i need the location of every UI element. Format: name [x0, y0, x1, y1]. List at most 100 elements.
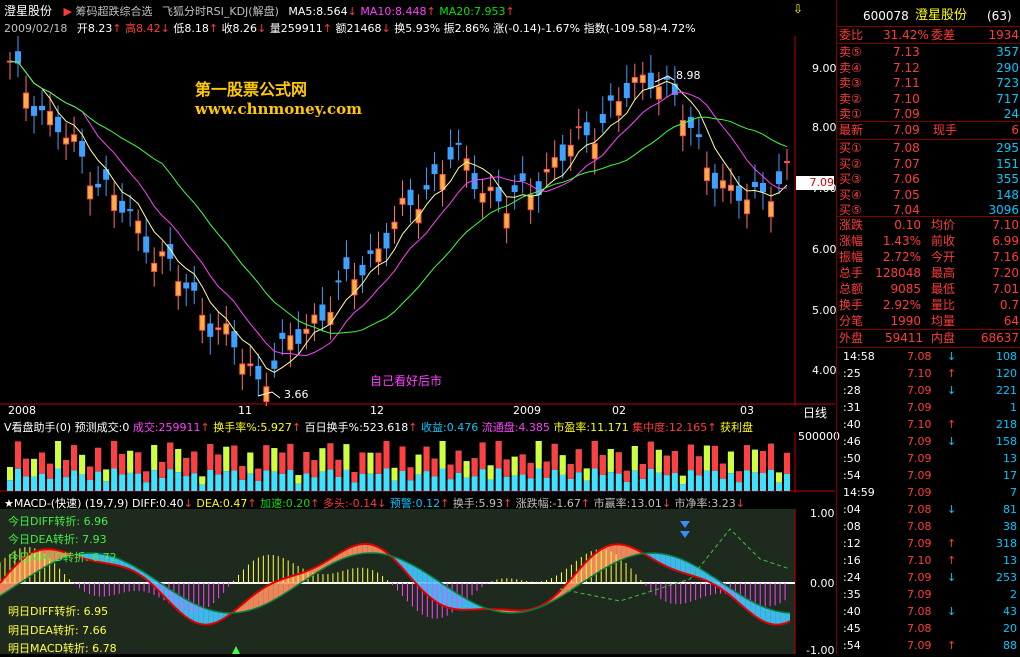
volume-bar	[775, 472, 782, 483]
volume-bar	[15, 468, 22, 491]
volume-bar	[375, 473, 382, 491]
candle-body	[567, 144, 574, 157]
volume-bar	[519, 474, 526, 491]
volume-bar	[287, 469, 294, 491]
volume-bar	[415, 454, 422, 475]
volume-bar	[375, 452, 382, 474]
candle-body	[487, 186, 494, 192]
volume-bar	[143, 482, 150, 491]
stats-row: 涨跌 0.10 均价 7.10	[839, 218, 1019, 232]
macd-plot[interactable]	[0, 509, 835, 654]
volume-bar	[399, 470, 406, 491]
tick-row: :35 7.09 2	[843, 588, 1017, 601]
volume-bar	[175, 448, 182, 473]
ma5-value: MA5:8.564	[288, 5, 348, 18]
volume-bar	[159, 461, 166, 478]
candle-body	[599, 113, 606, 123]
volume-bar	[303, 473, 310, 491]
candle-body	[87, 185, 94, 200]
download-icon[interactable]: ⇩	[793, 2, 803, 16]
time-axis-label: 2008	[8, 404, 36, 417]
tick-row: :46 7.09 ↓ 158	[843, 435, 1017, 448]
volume-bar	[175, 472, 182, 491]
volume-plot[interactable]	[0, 433, 835, 493]
low-price-label: 3.66	[284, 388, 309, 401]
candle-body	[247, 363, 254, 367]
volume-bar	[391, 480, 398, 491]
candle-body	[79, 140, 86, 157]
volume-bar	[231, 445, 238, 471]
volume-bar	[727, 451, 734, 474]
volume-bar	[607, 472, 614, 491]
stats-row: 振幅 2.72% 今开 7.16	[839, 250, 1019, 264]
macd-axis-label: 0.00	[810, 577, 835, 590]
candle-body	[159, 251, 166, 257]
volume-bar	[359, 452, 366, 474]
moving-average-line	[9, 60, 788, 334]
candle-body	[191, 282, 198, 291]
volume-bar	[295, 483, 302, 491]
candle-body	[47, 110, 54, 126]
volume-bar	[343, 469, 350, 491]
kline-chart-area[interactable]: 澄星股份 ▶ 筹码超跌综合选 飞狐分时RSI_KDJ(解盘) MA5:8.564…	[0, 0, 840, 657]
candle-body	[735, 185, 742, 201]
volume-bar	[575, 472, 582, 491]
macd-band	[601, 546, 607, 571]
kline-plot[interactable]	[0, 36, 835, 406]
tick-row: :31 7.09 1	[843, 401, 1017, 414]
volume-bar	[463, 477, 470, 491]
change-value: 涨(-0.14)-1.67%	[493, 22, 581, 35]
volume-bar	[319, 448, 326, 472]
time-axis-label: 03	[740, 404, 754, 417]
candle-body	[223, 323, 230, 335]
volume-bar	[231, 470, 238, 491]
volume-bar	[511, 475, 518, 491]
volume-bar	[495, 441, 502, 469]
candle-body	[279, 332, 286, 339]
volume-bar	[271, 471, 278, 491]
candle-body	[39, 105, 46, 111]
volume-bar	[607, 448, 614, 473]
volume-bar	[559, 455, 566, 475]
volume-bar	[223, 471, 230, 491]
stats-row: 分笔 1990 均量 64	[839, 314, 1019, 328]
volume-bar	[271, 448, 278, 472]
volume-bar	[23, 476, 30, 491]
volume-bar	[487, 465, 494, 480]
candle-body	[727, 184, 734, 191]
latest-vol: 6	[1011, 123, 1019, 137]
volume-bar	[71, 445, 78, 471]
quote-panel: 600078 澄星股份 (63) 委比 31.42% 委差 1934 最新 7.…	[836, 0, 1020, 654]
period-label[interactable]: 日线	[803, 404, 827, 421]
volume-bar	[351, 472, 358, 483]
volume-bar	[263, 470, 270, 491]
candle-body	[559, 144, 566, 161]
volume-bar	[743, 445, 750, 471]
volume-bar	[215, 474, 222, 491]
candle-body	[71, 134, 78, 142]
buy-level-row: 买⑤ 7.04 3096	[839, 203, 1019, 217]
volume-bar	[727, 473, 734, 491]
stats-row: 涨幅 1.43% 前收 6.99	[839, 234, 1019, 248]
volume-bar	[511, 456, 518, 476]
volume-axis-label: 500000	[798, 430, 840, 443]
macd-band	[198, 605, 204, 625]
candle-body	[303, 328, 310, 334]
candle-body	[367, 250, 374, 254]
ma10-value: MA10:8.448	[360, 5, 427, 18]
volume-bar	[127, 450, 134, 473]
volume-bar	[783, 473, 790, 491]
watermark-title: 第一股票公式网	[195, 80, 308, 99]
volume-bar	[719, 463, 726, 479]
buy-level-row: 买① 7.08 295	[839, 141, 1019, 155]
volume-bar	[671, 451, 678, 474]
candle-body	[399, 197, 406, 205]
candle-body	[239, 363, 246, 375]
stock-code: 600078	[863, 9, 909, 23]
candle-body	[551, 157, 558, 168]
current-price-tag: 7.09	[796, 176, 834, 190]
tick-row: 14:58 7.08 ↓ 108	[843, 350, 1017, 363]
volume-bar	[255, 468, 262, 481]
sell-level-row: 卖⑤ 7.13 357	[839, 45, 1019, 59]
volume-bar	[647, 468, 654, 491]
